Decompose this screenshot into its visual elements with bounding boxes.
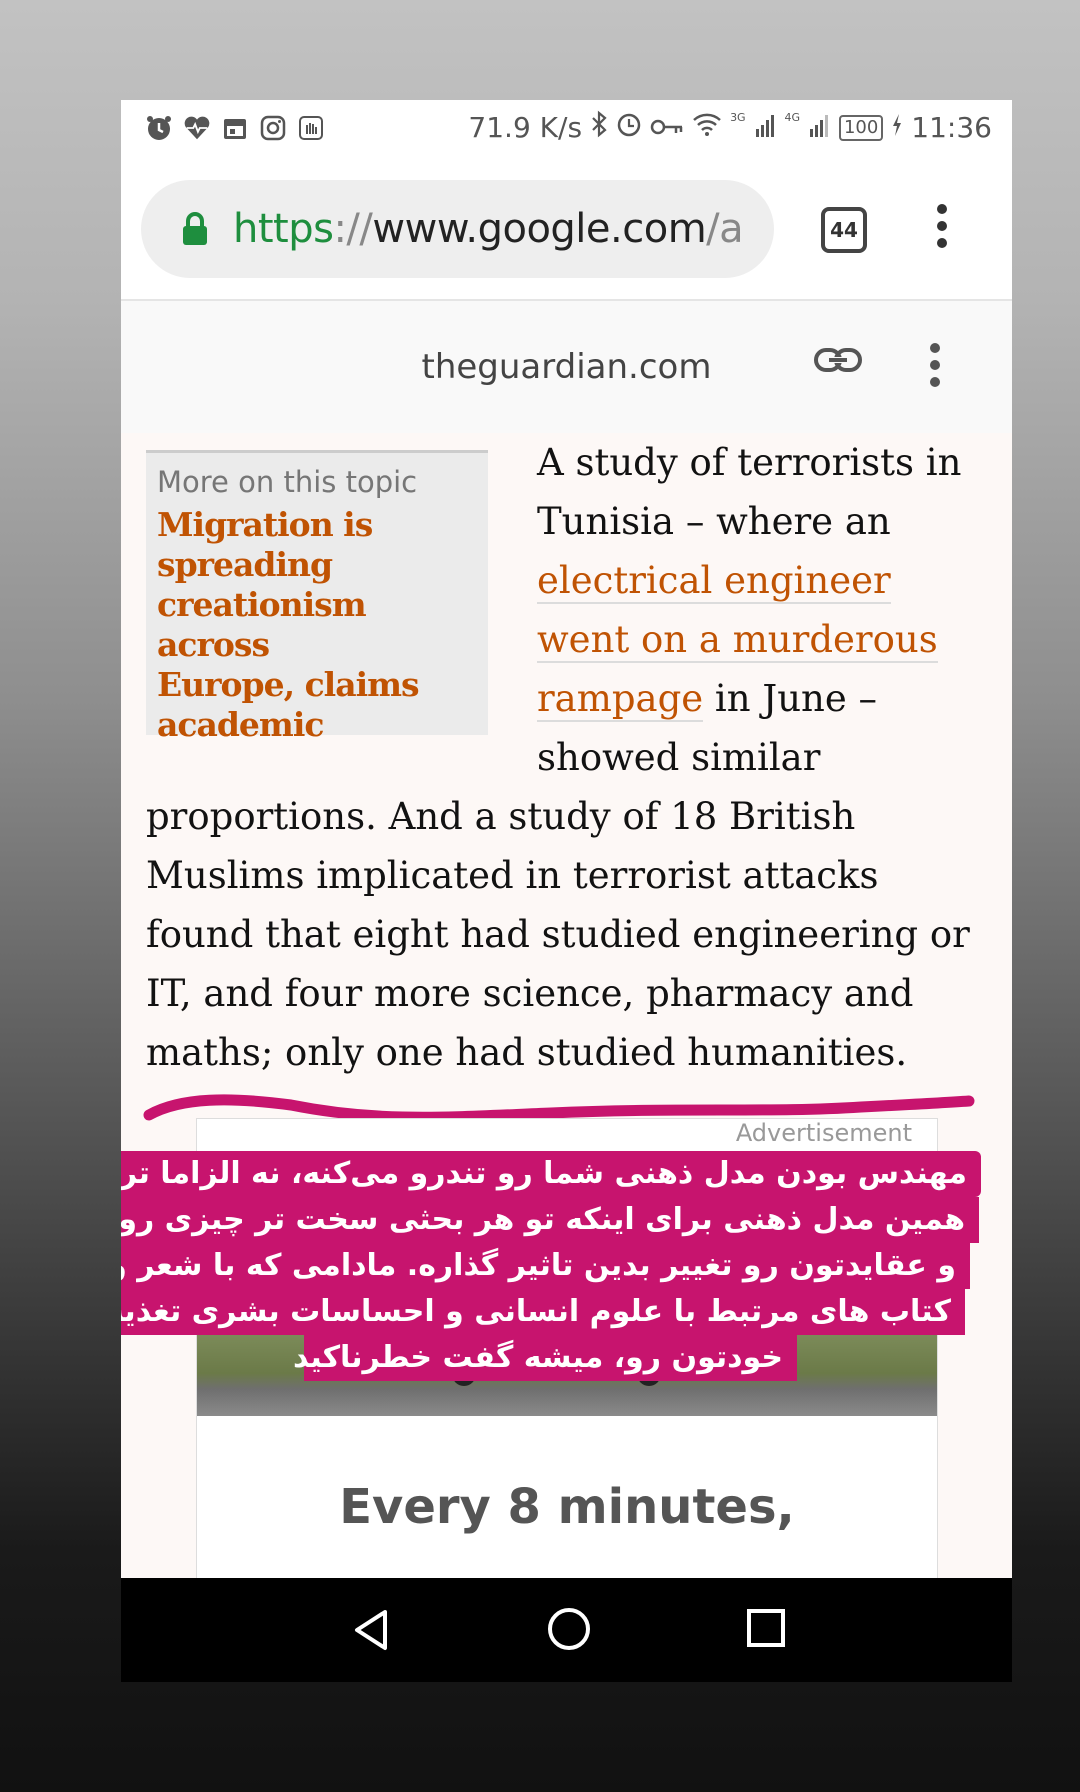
alarm-icon [145, 114, 173, 142]
calendar-icon [221, 114, 249, 142]
paragraph-line: electrical engineer [537, 551, 891, 610]
ad-headline: Every 8 minutes, [339, 1479, 795, 1535]
back-icon[interactable] [349, 1606, 393, 1659]
paragraph-line: found that eight had studied engineering… [146, 913, 970, 956]
browser-menu-button[interactable] [937, 204, 947, 248]
instagram-icon [259, 114, 287, 142]
paragraph-line: rampage in June – [537, 677, 878, 722]
tab-switcher-button[interactable]: 44 [821, 207, 867, 253]
article-link[interactable]: electrical engineer [537, 559, 891, 604]
paragraph-line: A study of terrorists in [537, 441, 962, 484]
related-topic-link[interactable]: Migration is spreading creationism acros… [157, 505, 477, 745]
recents-icon[interactable] [744, 1606, 788, 1655]
amp-menu-button[interactable] [930, 343, 940, 387]
vpn-key-icon [650, 111, 684, 144]
paragraph-line: Tunisia – where an [537, 500, 891, 543]
related-topic-heading: More on this topic [157, 465, 418, 499]
heart-rate-icon [183, 114, 211, 142]
caption-line: و عقایدتون رو تغییر بدین تاثیر گذاره. ما… [121, 1243, 970, 1289]
amp-header: theguardian.com [121, 299, 1012, 435]
home-icon[interactable] [546, 1606, 592, 1657]
url-text[interactable]: https://www.google.com/amp [233, 206, 743, 252]
paragraph-line: went on a murderous [537, 610, 938, 669]
article-body: More on this topic Migration is spreadin… [121, 433, 1012, 1678]
alarm-clock-icon [616, 110, 642, 145]
address-bar[interactable]: https://www.google.com/amp [141, 180, 774, 278]
article-link[interactable]: rampage [537, 677, 704, 722]
bluetooth-icon [590, 110, 608, 145]
caption-line: مهندس بودن مدل ذهنی شما رو تندرو می‌کنه،… [121, 1151, 981, 1197]
link-icon[interactable] [813, 345, 863, 380]
hand-icon [297, 114, 325, 142]
notification-icons [145, 114, 325, 142]
caption-line: کتاب های مرتبط با علوم انسانی و احساسات … [121, 1289, 965, 1335]
caption-line: همین مدل ذهنی برای اینکه تو هر بحثی سخت … [121, 1197, 979, 1243]
phone-screen: 71.9 K/s 3G 4G 100 11:36 https://www.goo… [121, 100, 1012, 1682]
signal-3g-icon: 3G [730, 111, 776, 144]
amp-domain[interactable]: theguardian.com [121, 347, 1012, 387]
network-speed: 71.9 K/s [468, 111, 583, 144]
ad-label: Advertisement [735, 1119, 912, 1147]
related-topic-box[interactable]: More on this topic Migration is spreadin… [146, 450, 488, 744]
battery-indicator: 100 [838, 114, 884, 141]
caption-line: خودتون رو، میشه گفت خطرناکید [293, 1335, 797, 1381]
signal-4g-icon: 4G [785, 111, 831, 144]
status-bar: 71.9 K/s 3G 4G 100 11:36 [121, 100, 1012, 160]
status-right: 71.9 K/s 3G 4G 100 11:36 [468, 110, 992, 145]
paragraph-line: showed similar [537, 736, 821, 779]
lock-icon [181, 211, 209, 247]
paragraph-line: IT, and four more science, pharmacy and [146, 972, 914, 1015]
charging-icon [891, 111, 903, 144]
android-nav-bar [121, 1578, 1012, 1682]
article-link[interactable]: went on a murderous [537, 618, 938, 663]
paragraph-line: maths; only one had studied humanities. [146, 1031, 908, 1074]
paragraph-line: Muslims implicated in terrorist attacks [146, 854, 879, 897]
clock: 11:36 [911, 111, 992, 144]
paragraph-line: proportions. And a study of 18 British [146, 795, 856, 838]
wifi-icon [692, 111, 722, 144]
